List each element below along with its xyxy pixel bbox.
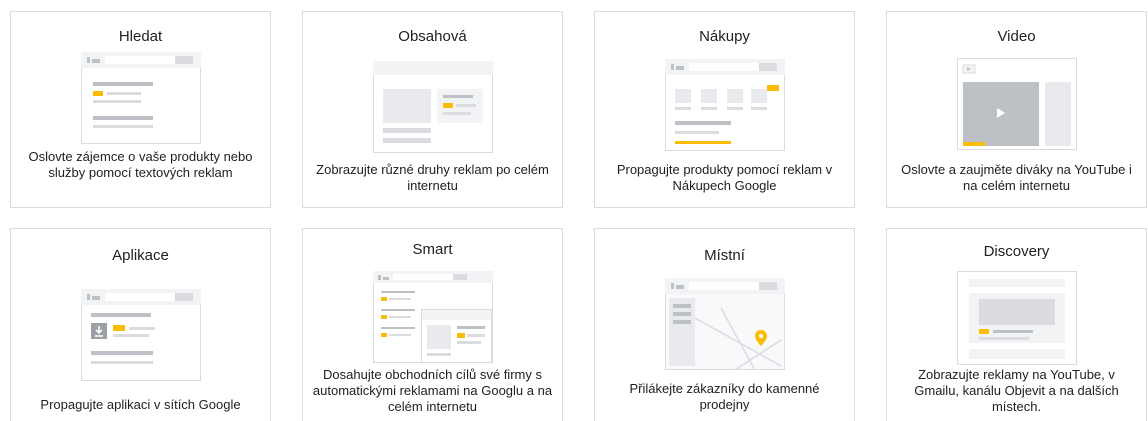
search-ads-illustration bbox=[80, 52, 201, 144]
card-title: Discovery bbox=[983, 243, 1050, 260]
card-title: Smart bbox=[412, 241, 453, 258]
display-ads-illustration bbox=[372, 61, 493, 153]
card-title: Video bbox=[997, 28, 1036, 45]
card-description: Dosahujte obchodních cílů své firmy s au… bbox=[312, 367, 553, 414]
campaign-card-video[interactable]: Video Oslovte a zaujměte diváky na YouTu… bbox=[886, 11, 1147, 208]
video-ads-illustration bbox=[956, 58, 1077, 150]
card-description: Propagujte produkty pomocí reklam v Náku… bbox=[616, 162, 833, 193]
card-title: Nákupy bbox=[699, 28, 750, 45]
card-description: Přilákejte zákazníky do kamenné prodejny bbox=[629, 381, 820, 412]
card-title: Obsahová bbox=[398, 28, 467, 45]
app-ads-illustration bbox=[80, 289, 201, 381]
campaign-card-search[interactable]: Hledat Oslovte zájemce o vaše produkty n… bbox=[10, 11, 271, 208]
card-description: Propagujte aplikaci v sítích Google bbox=[40, 397, 241, 412]
card-title: Hledat bbox=[118, 28, 163, 45]
campaign-card-smart[interactable]: Smart Dosahujte obchodních cílů své firm… bbox=[302, 228, 563, 421]
campaign-card-app[interactable]: Aplikace Propagujte aplikaci v sítích Go… bbox=[10, 228, 271, 421]
card-description: Oslovte a zaujměte diváky na YouTube i n… bbox=[901, 162, 1132, 193]
card-description: Oslovte zájemce o vaše produkty nebo slu… bbox=[28, 149, 253, 180]
card-title: Aplikace bbox=[112, 247, 169, 264]
discovery-ads-illustration bbox=[956, 271, 1077, 365]
campaign-card-local[interactable]: Místní Přilákejte zákazníky do kamenné p… bbox=[594, 228, 855, 421]
smart-ads-illustration bbox=[372, 271, 493, 363]
campaign-card-display[interactable]: Obsahová Zobrazujte různé druhy reklam p… bbox=[302, 11, 563, 208]
card-description: Zobrazujte reklamy na YouTube, v Gmailu,… bbox=[914, 367, 1119, 414]
campaign-card-shopping[interactable]: Nákupy Propagujte produkty pomocí reklam… bbox=[594, 11, 855, 208]
card-description: Zobrazujte různé druhy reklam po celém i… bbox=[316, 162, 549, 193]
campaign-card-discovery[interactable]: Discovery Zobrazujte reklamy na YouTube,… bbox=[886, 228, 1147, 421]
card-title: Místní bbox=[704, 247, 745, 264]
shopping-ads-illustration bbox=[664, 59, 785, 151]
local-ads-illustration bbox=[664, 278, 785, 370]
